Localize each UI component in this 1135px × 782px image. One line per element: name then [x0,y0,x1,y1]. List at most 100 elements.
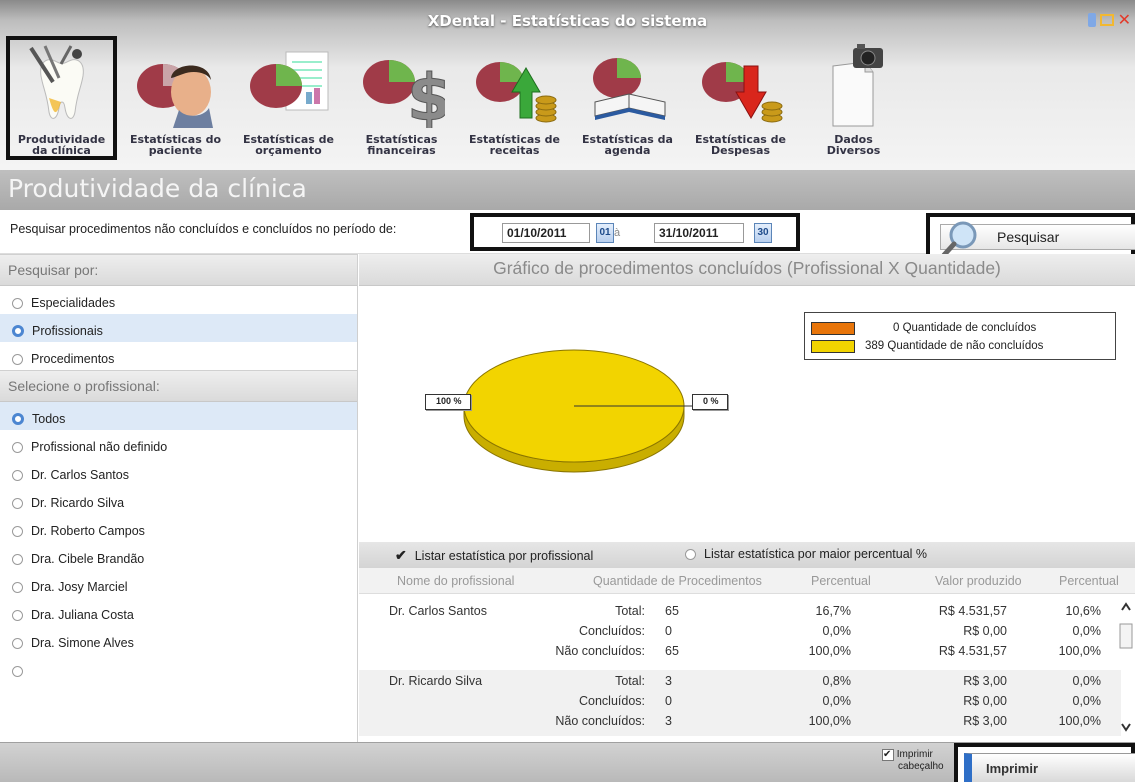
table-row[interactable]: Dr. Carlos Santos Total: 65 16,7% R$ 4.5… [359,600,1121,666]
qty-cell: 3 [665,674,672,688]
tool-label-line2: da clínica [32,144,91,157]
date-to-calendar-button[interactable]: 30 [754,223,772,243]
professional-option[interactable]: Dra. Juliana Costa [0,598,357,626]
list-by-professional-option[interactable]: ✔ Listar estatística por profissional [395,547,593,564]
table-row[interactable]: Dr. Ricardo Silva Total: 3 0,8% R$ 3,00 … [359,670,1121,736]
tool-produtividade-clinica[interactable]: Produtividade da clínica [6,36,117,160]
scroll-down-icon[interactable] [1121,723,1131,732]
tool-estatisticas-orcamento[interactable]: Estatísticas de orçamento [232,36,345,160]
professional-option[interactable]: Dr. Roberto Campos [0,514,357,542]
search-button-label: Pesquisar [997,229,1060,245]
tool-estatisticas-agenda[interactable]: Estatísticas da agenda [571,36,684,160]
window-title: XDental - Estatísticas do sistema [427,12,708,30]
print-button-frame: Imprimir [954,743,1135,782]
tool-estatisticas-paciente[interactable]: Estatísticas do paciente [119,36,232,160]
radio-icon [12,609,23,621]
option-label: Listar estatística por profissional [414,548,594,563]
col-header-valor[interactable]: Valor produzido [935,574,1022,588]
professional-option[interactable]: Dra. Josy Marciel [0,570,357,598]
table-scrollbar[interactable] [1119,594,1133,740]
date-separator: à [614,227,621,239]
professional-name: Dr. Carlos Santos [389,604,487,618]
minimize-icon[interactable] [1087,12,1096,27]
option-label: Profissional não definido [31,440,168,454]
print-button-label: Imprimir [986,761,1039,776]
professional-name: Dr. Ricardo Silva [389,674,483,688]
close-icon[interactable]: ✕ [1118,10,1131,29]
tooth-dental-tools-icon [28,45,84,119]
pct-cell: 16,7% [815,604,851,618]
qty-cell: 65 [665,604,679,618]
professional-option-partial[interactable] [0,654,357,682]
row-label: Não concluídos: [555,644,645,658]
table-header: Nome do profissional Quantidade de Proce… [359,568,1135,594]
agenda-book-icon [592,58,665,120]
search-button-frame: Pesquisar [926,213,1135,259]
professional-option[interactable]: Profissional não definido [0,430,357,458]
professional-option[interactable]: Dr. Ricardo Silva [0,486,357,514]
date-from-calendar-button[interactable]: 01 [596,223,614,243]
tool-estatisticas-receitas[interactable]: Estatísticas de receitas [458,36,571,160]
professional-option[interactable]: Dr. Carlos Santos [0,458,357,486]
radio-icon [12,553,23,565]
row-label: Concluídos: [578,624,645,638]
scroll-up-icon[interactable] [1121,602,1131,611]
pie-label-concluidos: 0 % [692,394,728,410]
date-to-field[interactable]: 31/10/2011 [654,223,744,243]
print-button[interactable]: Imprimir [964,753,1135,782]
list-by-percent-option[interactable]: Listar estatística por maior percentual … [685,547,927,561]
footer-bar: ✔ Imprimir cabeçalho Imprimir [0,742,1135,782]
radio-icon [12,665,23,677]
search-button[interactable]: Pesquisar [940,221,1135,258]
tool-label-line2: agenda [604,144,651,157]
qty-cell: 0 [665,694,672,708]
value-cell: R$ 4.531,57 [938,644,1007,658]
pct-cell: 0,0% [822,624,852,638]
col-header-nome[interactable]: Nome do profissional [397,574,514,588]
option-label: Dr. Ricardo Silva [31,496,125,510]
chart-legend: 0 Quantidade de concluídos 389 Quantidad… [804,312,1116,360]
tool-estatisticas-despesas[interactable]: Estatísticas de Despesas [684,36,797,160]
radio-icon [12,469,23,481]
col-header-quantidade[interactable]: Quantidade de Procedimentos [593,574,762,588]
filter-option-especialidades[interactable]: Especialidades [0,286,357,314]
vpct-cell: 0,0% [1072,624,1102,638]
maximize-icon[interactable] [1099,13,1114,26]
option-label: Profissionais [32,324,103,338]
option-label: Todos [32,412,66,426]
radio-icon [12,353,23,365]
row-label: Total: [615,674,645,688]
chart-title: Gráfico de procedimentos concluídos (Pro… [359,254,1135,286]
date-from-field[interactable]: 01/10/2011 [502,223,590,243]
tool-dados-diversos[interactable]: Dados Diversos [797,36,910,160]
stats-toolbar: Produtividade da clínica Estatísticas do p… [6,36,910,164]
budget-pie-icon [249,51,328,111]
pct-cell: 100,0% [808,644,851,658]
professional-option[interactable]: Dra. Cibele Brandão [0,542,357,570]
vpct-cell: 100,0% [1058,644,1101,658]
print-header-checkbox[interactable]: ✔ Imprimir cabeçalho [882,749,944,772]
scroll-thumb[interactable] [1119,623,1133,649]
period-query-label: Pesquisar procedimentos não concluídos e… [10,222,397,236]
value-cell: R$ 3,00 [963,714,1007,728]
option-label: Dra. Cibele Brandão [31,552,145,566]
legend-label: 0 Quantidade de concluídos [893,322,1037,334]
revenue-arrow-up-icon [475,62,556,123]
search-row: Pesquisar procedimentos não concluídos e… [0,210,1135,259]
filter-option-procedimentos[interactable]: Procedimentos [0,342,357,370]
col-header-percentual-valor[interactable]: Percentual [1059,574,1119,588]
legend-swatch [811,321,855,335]
tool-label-line2: paciente [148,144,203,157]
option-label: Dr. Roberto Campos [31,524,145,538]
svg-text:$: $ [407,62,445,128]
filter-option-profissionais[interactable]: Profissionais [0,314,357,342]
vpct-cell: 100,0% [1058,714,1101,728]
tool-label-line2: financeiras [367,144,436,157]
professional-option-todos[interactable]: Todos [0,402,357,430]
tool-estatisticas-financeiras[interactable]: $ Estatísticas financeiras [345,36,458,160]
pct-cell: 0,0% [822,694,852,708]
col-header-percentual[interactable]: Percentual [811,574,871,588]
qty-cell: 0 [665,624,672,638]
pie-label-nao-concluidos: 100 % [425,394,471,410]
professional-option[interactable]: Dra. Simone Alves [0,626,357,654]
